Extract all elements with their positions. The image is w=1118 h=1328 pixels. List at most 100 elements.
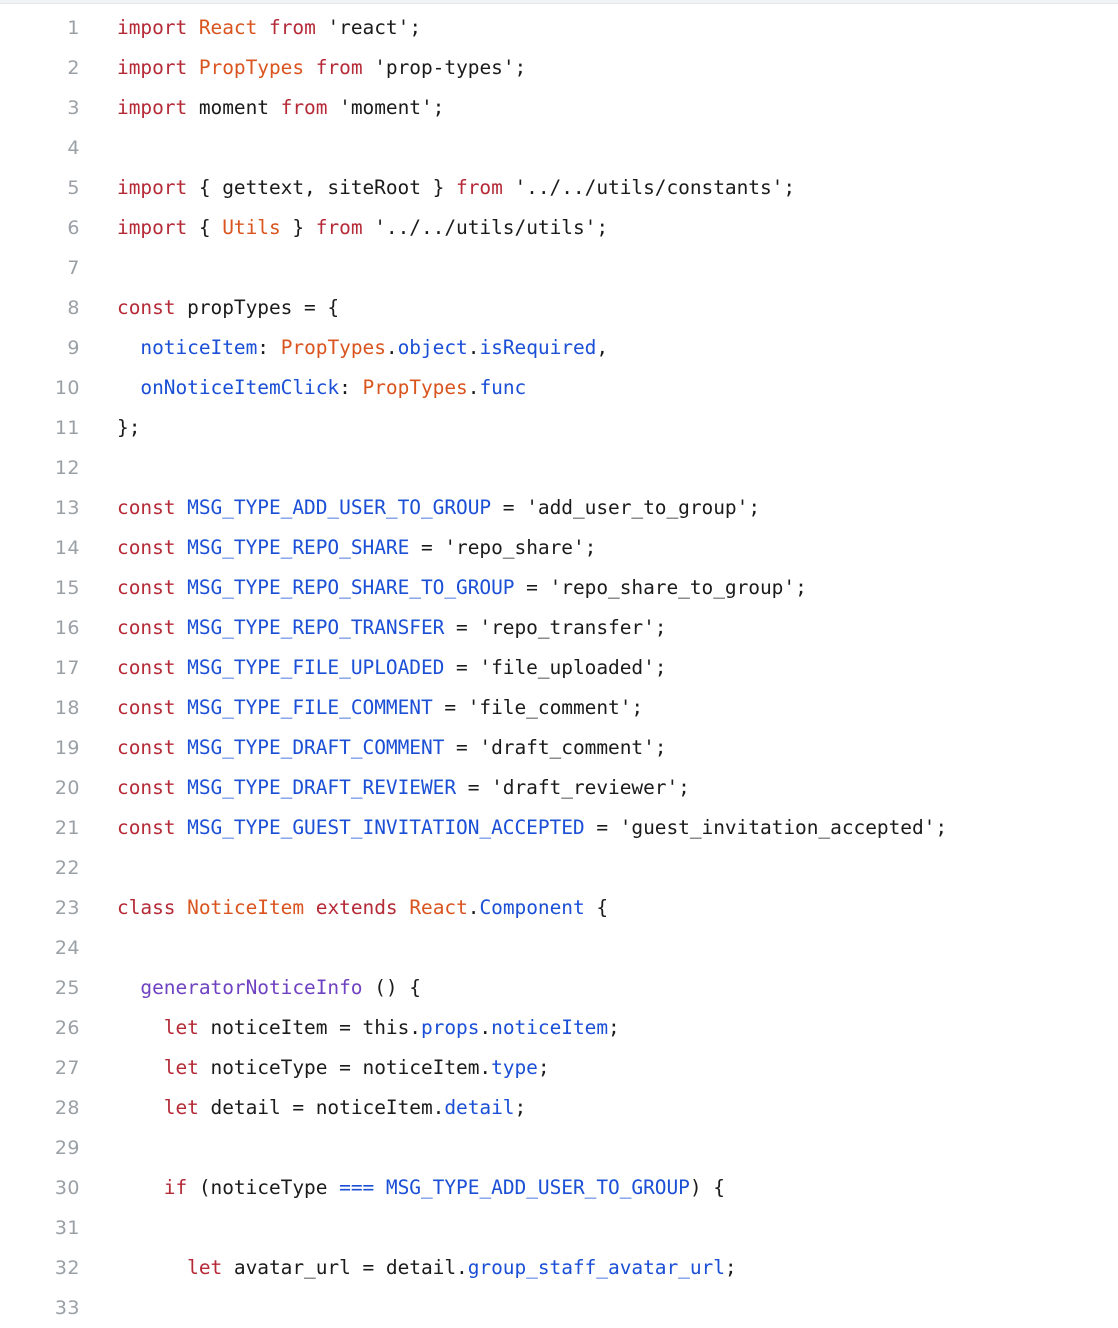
line-content[interactable]: const MSG_TYPE_FILE_UPLOADED = 'file_upl…: [80, 648, 667, 688]
line-content[interactable]: noticeItem: PropTypes.object.isRequired,: [80, 328, 608, 368]
code-token: =: [584, 816, 620, 839]
code-line[interactable]: 26 let noticeItem = this.props.noticeIte…: [0, 1008, 1118, 1048]
line-content[interactable]: let detail = noticeItem.detail;: [80, 1088, 526, 1128]
line-content[interactable]: import { Utils } from '../../utils/utils…: [80, 208, 608, 248]
line-content[interactable]: import moment from 'moment';: [80, 88, 444, 128]
line-number: 22: [54, 857, 80, 879]
line-content[interactable]: const MSG_TYPE_ADD_USER_TO_GROUP = 'add_…: [80, 488, 760, 528]
code-token: ;: [654, 616, 667, 639]
code-token: const: [117, 656, 176, 679]
line-number: 33: [54, 1297, 80, 1319]
code-line[interactable]: 25 generatorNoticeInfo () {: [0, 968, 1118, 1008]
line-number: 32: [54, 1257, 80, 1279]
code-line[interactable]: 19 const MSG_TYPE_DRAFT_COMMENT = 'draft_…: [0, 728, 1118, 768]
code-token: 'react': [327, 16, 410, 39]
code-line[interactable]: 3 import moment from 'moment';: [0, 88, 1118, 128]
code-line[interactable]: 21 const MSG_TYPE_GUEST_INVITATION_ACCEPT…: [0, 808, 1118, 848]
code-token: React: [198, 16, 258, 39]
code-line[interactable]: 7: [0, 248, 1118, 288]
code-token: .: [467, 896, 480, 919]
line-content[interactable]: onNoticeItemClick: PropTypes.func: [80, 368, 526, 408]
line-content[interactable]: if (noticeType === MSG_TYPE_ADD_USER_TO_…: [80, 1168, 725, 1208]
code-token: 'guest_invitation_accepted': [619, 816, 936, 839]
code-line[interactable]: 30 if (noticeType === MSG_TYPE_ADD_USER_…: [0, 1168, 1118, 1208]
code-line[interactable]: 18 const MSG_TYPE_FILE_COMMENT = 'file_co…: [0, 688, 1118, 728]
code-token: 'repo_share': [444, 536, 585, 559]
line-content[interactable]: import React from 'react';: [80, 8, 421, 48]
line-content[interactable]: let noticeType = noticeItem.type;: [80, 1048, 550, 1088]
code-line[interactable]: 17 const MSG_TYPE_FILE_UPLOADED = 'file_u…: [0, 648, 1118, 688]
code-line[interactable]: 23 class NoticeItem extends React.Compone…: [0, 888, 1118, 928]
line-content[interactable]: const MSG_TYPE_REPO_TRANSFER = 'repo_tra…: [80, 608, 667, 648]
line-content[interactable]: };: [80, 408, 140, 448]
line-content[interactable]: const MSG_TYPE_GUEST_INVITATION_ACCEPTED…: [80, 808, 947, 848]
line-content[interactable]: let noticeItem = this.props.noticeItem;: [80, 1008, 620, 1048]
code-line[interactable]: 28 let detail = noticeItem.detail;: [0, 1088, 1118, 1128]
line-number: 3: [67, 97, 80, 119]
code-token: =: [444, 736, 480, 759]
code-token: propTypes = {: [175, 296, 340, 319]
code-token: noticeItem = this.: [198, 1016, 421, 1039]
code-line[interactable]: 14 const MSG_TYPE_REPO_SHARE = 'repo_shar…: [0, 528, 1118, 568]
code-line[interactable]: 5 import { gettext, siteRoot } from '../.…: [0, 168, 1118, 208]
code-token: MSG_TYPE_ADD_USER_TO_GROUP: [385, 1176, 690, 1199]
code-line[interactable]: 32 let avatar_url = detail.group_staff_a…: [0, 1248, 1118, 1288]
code-line[interactable]: 6 import { Utils } from '../../utils/util…: [0, 208, 1118, 248]
code-line[interactable]: 20 const MSG_TYPE_DRAFT_REVIEWER = 'draft…: [0, 768, 1118, 808]
code-token: 'file_comment': [467, 696, 632, 719]
line-content[interactable]: import { gettext, siteRoot } from '../..…: [80, 168, 795, 208]
code-line[interactable]: 31: [0, 1208, 1118, 1248]
code-line[interactable]: 16 const MSG_TYPE_REPO_TRANSFER = 'repo_t…: [0, 608, 1118, 648]
code-line[interactable]: 11};: [0, 408, 1118, 448]
line-content[interactable]: class NoticeItem extends React.Component…: [80, 888, 608, 928]
code-token: from: [269, 16, 316, 39]
line-content[interactable]: const propTypes = {: [80, 288, 339, 328]
code-line[interactable]: 4: [0, 128, 1118, 168]
code-line[interactable]: 24: [0, 928, 1118, 968]
code-token: import: [117, 176, 188, 199]
code-token: avatar_url = detail.: [222, 1256, 468, 1279]
line-content[interactable]: const MSG_TYPE_DRAFT_REVIEWER = 'draft_r…: [80, 768, 690, 808]
code-token: let: [187, 1256, 223, 1279]
code-token: props: [420, 1016, 480, 1039]
line-content[interactable]: generatorNoticeInfo () {: [80, 968, 421, 1008]
code-line[interactable]: 1 import React from 'react';: [0, 8, 1118, 48]
code-line[interactable]: 33: [0, 1288, 1118, 1328]
line-content[interactable]: import PropTypes from 'prop-types';: [80, 48, 526, 88]
code-line[interactable]: 13 const MSG_TYPE_ADD_USER_TO_GROUP = 'ad…: [0, 488, 1118, 528]
code-line[interactable]: 9 noticeItem: PropTypes.object.isRequire…: [0, 328, 1118, 368]
code-token: moment: [187, 96, 281, 119]
line-number: 20: [54, 777, 80, 799]
code-token: Component: [479, 896, 585, 919]
line-content[interactable]: let avatar_url = detail.group_staff_avat…: [80, 1248, 737, 1288]
code-line[interactable]: 29: [0, 1128, 1118, 1168]
line-content[interactable]: const MSG_TYPE_FILE_COMMENT = 'file_comm…: [80, 688, 643, 728]
code-line[interactable]: 8 const propTypes = {: [0, 288, 1118, 328]
code-line[interactable]: 27 let noticeType = noticeItem.type;: [0, 1048, 1118, 1088]
line-content[interactable]: const MSG_TYPE_REPO_SHARE = 'repo_share'…: [80, 528, 596, 568]
line-content[interactable]: const MSG_TYPE_REPO_SHARE_TO_GROUP = 're…: [80, 568, 807, 608]
code-token: ;: [678, 776, 690, 799]
code-token: };: [117, 416, 141, 439]
line-content[interactable]: const MSG_TYPE_DRAFT_COMMENT = 'draft_co…: [80, 728, 667, 768]
code-line[interactable]: 15 const MSG_TYPE_REPO_SHARE_TO_GROUP = '…: [0, 568, 1118, 608]
code-line[interactable]: 2 import PropTypes from 'prop-types';: [0, 48, 1118, 88]
code-token: ;: [631, 696, 644, 719]
code-token: isRequired: [479, 336, 597, 359]
code-line[interactable]: 22: [0, 848, 1118, 888]
line-number: 21: [54, 817, 80, 839]
code-viewer[interactable]: 1 import React from 'react'; 2 import PropT…: [0, 4, 1118, 1328]
code-token: const: [117, 816, 176, 839]
code-line[interactable]: 12: [0, 448, 1118, 488]
code-token: 'draft_comment': [479, 736, 655, 759]
code-line[interactable]: 10 onNoticeItemClick: PropTypes.func: [0, 368, 1118, 408]
